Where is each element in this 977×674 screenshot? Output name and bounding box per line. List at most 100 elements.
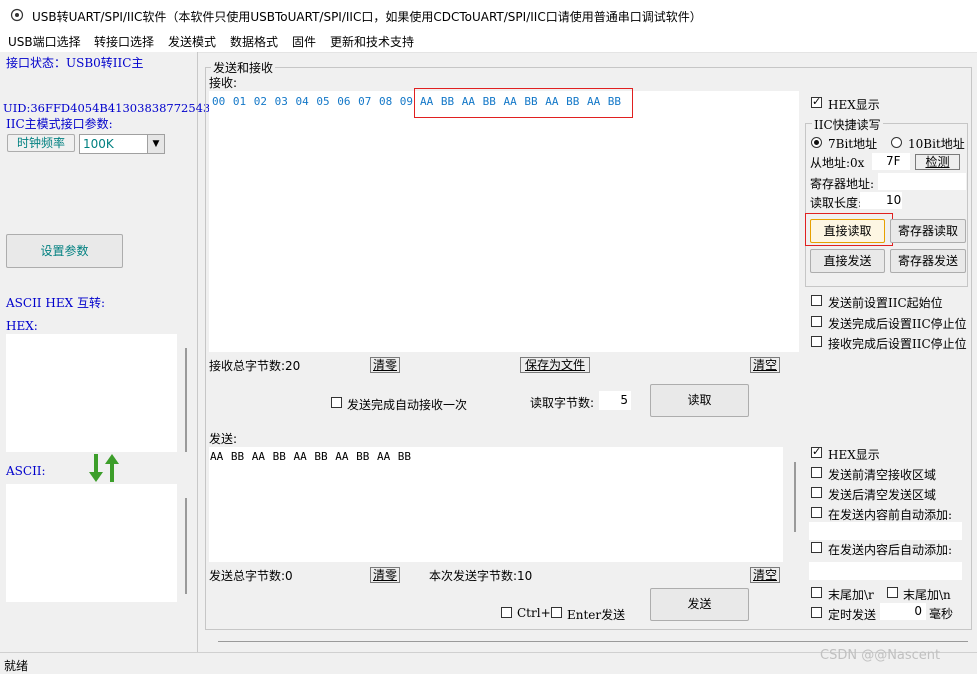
ascii-textarea[interactable]	[6, 484, 177, 602]
set-start-bit-checkbox[interactable]	[811, 295, 822, 306]
send-reset-button[interactable]: 清零	[370, 567, 400, 583]
horizontal-scrollbar[interactable]	[218, 641, 968, 642]
clock-frequency-label: 时钟频率	[7, 134, 75, 152]
read-bytes-label: 读取字节数:	[530, 396, 595, 410]
app-icon	[10, 8, 24, 22]
register-address-label: 寄存器地址:	[810, 177, 875, 191]
clock-frequency-value: 100K	[83, 137, 114, 151]
read-bytes-input[interactable]: 5	[599, 391, 631, 410]
slave-address-label: 从地址:0x	[810, 156, 865, 170]
direct-read-highlight-box	[805, 213, 893, 246]
menu-bar: USB端口选择 转接口选择 发送模式 数据格式 固件 更新和技术支持	[0, 30, 977, 53]
iic-quick-title: IIC快捷读写	[812, 116, 883, 133]
clear-recv-before-send-checkbox[interactable]	[811, 467, 822, 478]
read-length-value: 10	[886, 193, 902, 207]
send-clear-button[interactable]: 清空	[750, 567, 780, 583]
set-params-button[interactable]: 设置参数	[6, 234, 123, 268]
direct-send-button[interactable]: 直接发送	[810, 249, 885, 273]
receive-clear-button[interactable]: 清空	[750, 357, 780, 373]
this-send-bytes: 本次发送字节数:10	[429, 569, 533, 583]
ctrl-checkbox[interactable]	[501, 607, 512, 618]
save-to-file-button[interactable]: 保存为文件	[520, 357, 590, 373]
menu-firmware[interactable]: 固件	[292, 33, 316, 50]
tail-n-label: 末尾加\n	[903, 588, 951, 602]
read-bytes-value: 5	[620, 393, 628, 407]
recv-hex-display-label: HEX显示	[828, 98, 880, 112]
receive-data-plain: 00 01 02 03 04 05 06 07 08 09	[212, 95, 414, 108]
timed-send-input[interactable]: 0	[880, 603, 926, 620]
prefix-input[interactable]	[809, 522, 962, 540]
status-text: 就绪	[4, 659, 29, 673]
ascii-scrollbar[interactable]	[185, 498, 187, 594]
menu-data-format[interactable]: 数据格式	[230, 33, 278, 50]
timed-send-value: 0	[914, 604, 922, 618]
set-stop-after-recv-label: 接收完成后设置IIC停止位	[828, 337, 967, 351]
title-bar: USB转UART/SPI/IIC软件（本软件只使用USBToUART/SPI/I…	[0, 0, 977, 30]
clear-recv-before-send-label: 发送前清空接收区域	[828, 468, 937, 482]
receive-total-bytes: 接收总字节数:20	[209, 359, 301, 373]
clock-frequency-select[interactable]: 100K ▼	[79, 134, 165, 154]
left-panel: 接口状态：USB0转IIC主 UID:36FFD4054B41303838772…	[0, 52, 210, 652]
read-button[interactable]: 读取	[650, 384, 749, 417]
suffix-label: 在发送内容后自动添加:	[828, 543, 953, 557]
receive-label: 接收:	[209, 76, 238, 90]
tail-r-checkbox[interactable]	[811, 587, 822, 598]
send-textarea[interactable]: AA BB AA BB AA BB AA BB AA BB	[209, 447, 783, 562]
enter-send-label: Enter发送	[567, 608, 626, 622]
register-address-input[interactable]	[878, 173, 966, 190]
prefix-checkbox[interactable]	[811, 507, 822, 518]
ascii-label: ASCII:	[6, 464, 46, 478]
milliseconds-label: 毫秒	[929, 607, 954, 621]
send-hex-display-checkbox[interactable]	[811, 445, 822, 459]
read-length-label: 读取长度:	[810, 196, 863, 210]
detect-button[interactable]: 检测	[915, 154, 960, 170]
tail-n-checkbox[interactable]	[887, 587, 898, 598]
receive-reset-button[interactable]: 清零	[370, 357, 400, 373]
chevron-down-icon[interactable]: ▼	[147, 135, 164, 153]
set-stop-after-send-checkbox[interactable]	[811, 316, 822, 327]
register-read-button[interactable]: 寄存器读取	[890, 219, 966, 243]
set-stop-after-send-label: 发送完成后设置IIC停止位	[828, 317, 967, 331]
receive-textarea[interactable]: 00 01 02 03 04 05 06 07 08 09 AA BB AA B…	[209, 91, 799, 352]
tail-r-label: 末尾加\r	[828, 588, 874, 602]
ascii-hex-title: ASCII HEX 互转:	[6, 296, 105, 310]
set-stop-after-recv-checkbox[interactable]	[811, 336, 822, 347]
slave-address-input[interactable]: 7F	[872, 153, 910, 170]
radio-7bit-label: 7Bit地址	[828, 137, 878, 151]
menu-send-mode[interactable]: 发送模式	[168, 33, 216, 50]
set-start-bit-label: 发送前设置IIC起始位	[828, 296, 943, 310]
enter-send-checkbox[interactable]	[551, 607, 562, 618]
clear-send-after-send-label: 发送后清空发送区域	[828, 488, 937, 502]
radio-10bit[interactable]	[891, 137, 902, 148]
recv-hex-display-checkbox[interactable]	[811, 95, 822, 109]
swap-arrows-icon[interactable]	[86, 452, 120, 484]
radio-7bit[interactable]	[811, 137, 822, 148]
send-data: AA BB AA BB AA BB AA BB AA BB	[210, 450, 412, 463]
radio-10bit-label: 10Bit地址	[908, 137, 965, 151]
send-hex-display-label: HEX显示	[828, 448, 880, 462]
receive-highlight-box	[414, 88, 633, 118]
suffix-checkbox[interactable]	[811, 542, 822, 553]
prefix-label: 在发送内容前自动添加:	[828, 508, 953, 522]
slave-address-value: 7F	[886, 154, 901, 168]
menu-usb-port[interactable]: USB端口选择	[8, 33, 81, 50]
device-uid: UID:36FFD4054B41303838772543	[3, 101, 211, 115]
menu-update-support[interactable]: 更新和技术支持	[330, 33, 414, 50]
menu-adapter[interactable]: 转接口选择	[94, 33, 154, 50]
auto-receive-checkbox[interactable]	[331, 397, 342, 408]
hex-label: HEX:	[6, 319, 38, 333]
window-title: USB转UART/SPI/IIC软件（本软件只使用USBToUART/SPI/I…	[32, 10, 702, 24]
hex-textarea[interactable]	[6, 334, 177, 452]
send-total-bytes: 发送总字节数:0	[209, 569, 293, 583]
interface-status: 接口状态：USB0转IIC主	[6, 56, 144, 70]
timed-send-label: 定时发送	[828, 608, 877, 622]
send-scrollbar[interactable]	[794, 462, 796, 532]
hex-scrollbar[interactable]	[185, 348, 187, 452]
clear-send-after-send-checkbox[interactable]	[811, 487, 822, 498]
suffix-input[interactable]	[809, 562, 962, 580]
auto-receive-label: 发送完成自动接收一次	[347, 398, 468, 412]
register-send-button[interactable]: 寄存器发送	[890, 249, 966, 273]
read-length-input[interactable]: 10	[860, 192, 902, 209]
send-button[interactable]: 发送	[650, 588, 749, 621]
timed-send-checkbox[interactable]	[811, 607, 822, 618]
